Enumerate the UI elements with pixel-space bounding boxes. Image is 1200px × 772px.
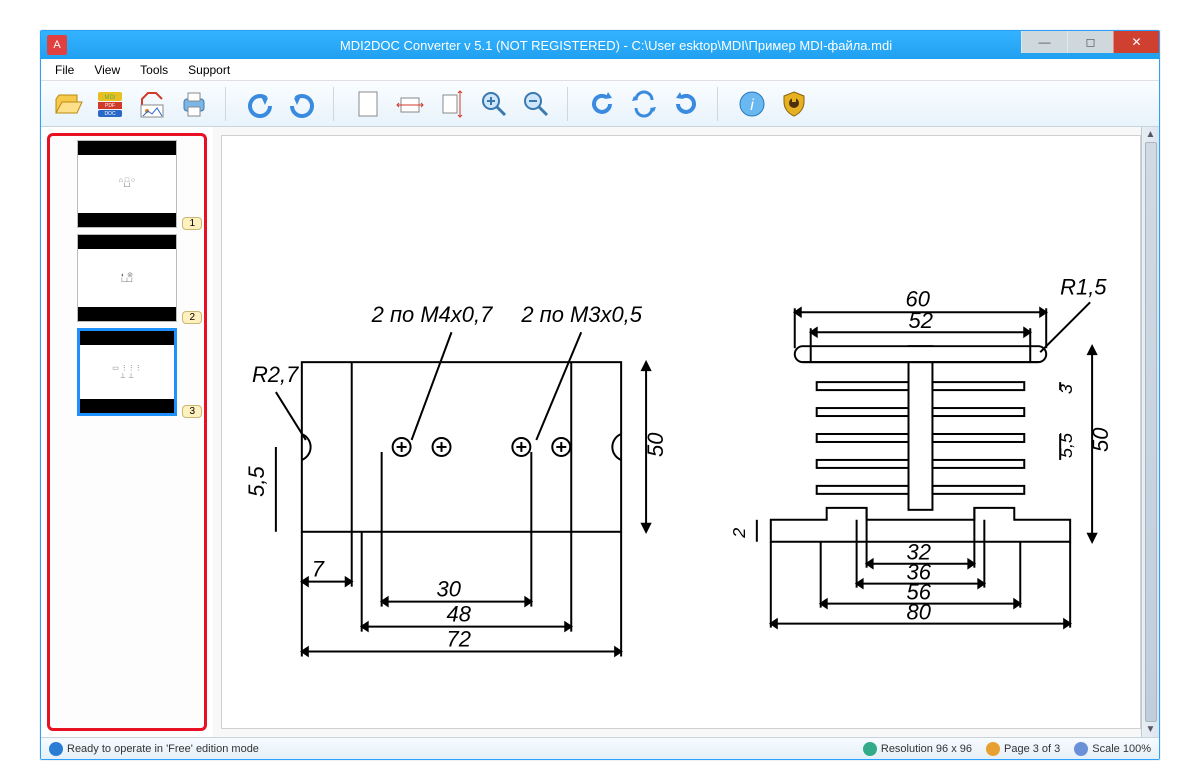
menu-file[interactable]: File (47, 61, 82, 79)
zoom-out-button[interactable] (519, 87, 553, 121)
label-7: 7 (312, 557, 325, 582)
fit-height-button[interactable] (435, 87, 469, 121)
label-3: 3 (1056, 384, 1076, 394)
page-canvas[interactable]: R2,7 2 по М4х0,7 2 по М3х0,5 50 (221, 135, 1141, 729)
label-55: 5,5 (244, 466, 269, 497)
label-m3: 2 по М3х0,5 (520, 302, 642, 327)
label-50: 50 (643, 432, 668, 457)
statusbar: Ready to operate in 'Free' edition mode … (41, 737, 1159, 759)
label-55r: 5,5 (1056, 432, 1076, 458)
vertical-scrollbar[interactable]: ▲ ▼ (1141, 127, 1159, 737)
fit-page-button[interactable] (351, 87, 385, 121)
technical-drawing: R2,7 2 по М4х0,7 2 по М3х0,5 50 (222, 136, 1140, 728)
open-button[interactable] (51, 87, 85, 121)
convert-image-button[interactable] (135, 87, 169, 121)
status-scale: Scale 100% (1074, 742, 1151, 756)
menu-tools[interactable]: Tools (132, 61, 176, 79)
label-48: 48 (447, 602, 472, 627)
label-50r: 50 (1088, 427, 1113, 452)
toolbar-separator (225, 87, 229, 121)
close-button[interactable]: ✕ (1113, 31, 1159, 53)
minimize-button[interactable]: — (1021, 31, 1067, 53)
info-icon (49, 742, 63, 756)
toolbar-separator (717, 87, 721, 121)
undo-button[interactable] (243, 87, 277, 121)
app-icon: A (47, 35, 67, 55)
label-80: 80 (907, 600, 932, 625)
page-badge: 1 (182, 217, 202, 230)
label-52: 52 (909, 308, 933, 333)
menubar: File View Tools Support (41, 59, 1159, 81)
window-title: MDI2DOC Converter v 5.1 (NOT REGISTERED)… (73, 38, 1159, 53)
document-viewer: R2,7 2 по М4х0,7 2 по М3х0,5 50 (213, 127, 1159, 737)
menu-support[interactable]: Support (180, 61, 238, 79)
maximize-button[interactable]: ◻ (1067, 31, 1113, 53)
label-2: 2 (729, 528, 749, 539)
label-r27: R2,7 (252, 362, 299, 387)
svg-text:DOC: DOC (104, 111, 116, 117)
scale-icon (1074, 742, 1088, 756)
toolbar: MDI PDF DOC i (41, 81, 1159, 127)
zoom-in-button[interactable] (477, 87, 511, 121)
resolution-icon (863, 742, 877, 756)
convert-pdf-button[interactable]: MDI PDF DOC (93, 87, 127, 121)
label-r15: R1,5 (1060, 274, 1107, 299)
titlebar: A MDI2DOC Converter v 5.1 (NOT REGISTERE… (41, 31, 1159, 59)
thumbnail-3[interactable]: ▭ ⋮⋮⋮⊥ ⊥ 3 (54, 328, 200, 416)
print-button[interactable] (177, 87, 211, 121)
info-button[interactable]: i (735, 87, 769, 121)
scroll-up-icon[interactable]: ▲ (1146, 129, 1156, 140)
status-ready: Ready to operate in 'Free' edition mode (49, 742, 259, 756)
status-page: Page 3 of 3 (986, 742, 1060, 756)
menu-view[interactable]: View (86, 61, 128, 79)
label-m4: 2 по М4х0,7 (371, 302, 493, 327)
redo-button[interactable] (285, 87, 319, 121)
page-badge: 2 (182, 311, 202, 324)
toolbar-separator (333, 87, 337, 121)
fit-width-button[interactable] (393, 87, 427, 121)
svg-text:PDF: PDF (105, 103, 115, 109)
rotate-cw-button[interactable] (669, 87, 703, 121)
rotate-ccw-button[interactable] (585, 87, 619, 121)
svg-text:i: i (750, 97, 754, 114)
thumbnail-1[interactable]: ⌂ □ ○└┘ 1 (54, 140, 200, 228)
thumbnail-panel: ⌂ □ ○└┘ 1 ◐ ⊚└┴┘ 2 ▭ ⋮⋮⋮⊥ ⊥ 3 (47, 133, 207, 731)
label-72: 72 (447, 627, 471, 652)
status-resolution: Resolution 96 x 96 (863, 742, 972, 756)
register-button[interactable] (777, 87, 811, 121)
content-area: ⌂ □ ○└┘ 1 ◐ ⊚└┴┘ 2 ▭ ⋮⋮⋮⊥ ⊥ 3 (41, 127, 1159, 737)
page-badge: 3 (182, 405, 202, 418)
app-window: A MDI2DOC Converter v 5.1 (NOT REGISTERE… (40, 30, 1160, 760)
window-buttons: — ◻ ✕ (1021, 31, 1159, 53)
rotate-180-button[interactable] (627, 87, 661, 121)
scroll-down-icon[interactable]: ▼ (1146, 724, 1156, 735)
label-30: 30 (437, 577, 462, 602)
page-icon (986, 742, 1000, 756)
scrollbar-thumb[interactable] (1145, 142, 1157, 722)
svg-text:MDI: MDI (105, 95, 116, 101)
thumbnail-2[interactable]: ◐ ⊚└┴┘ 2 (54, 234, 200, 322)
toolbar-separator (567, 87, 571, 121)
